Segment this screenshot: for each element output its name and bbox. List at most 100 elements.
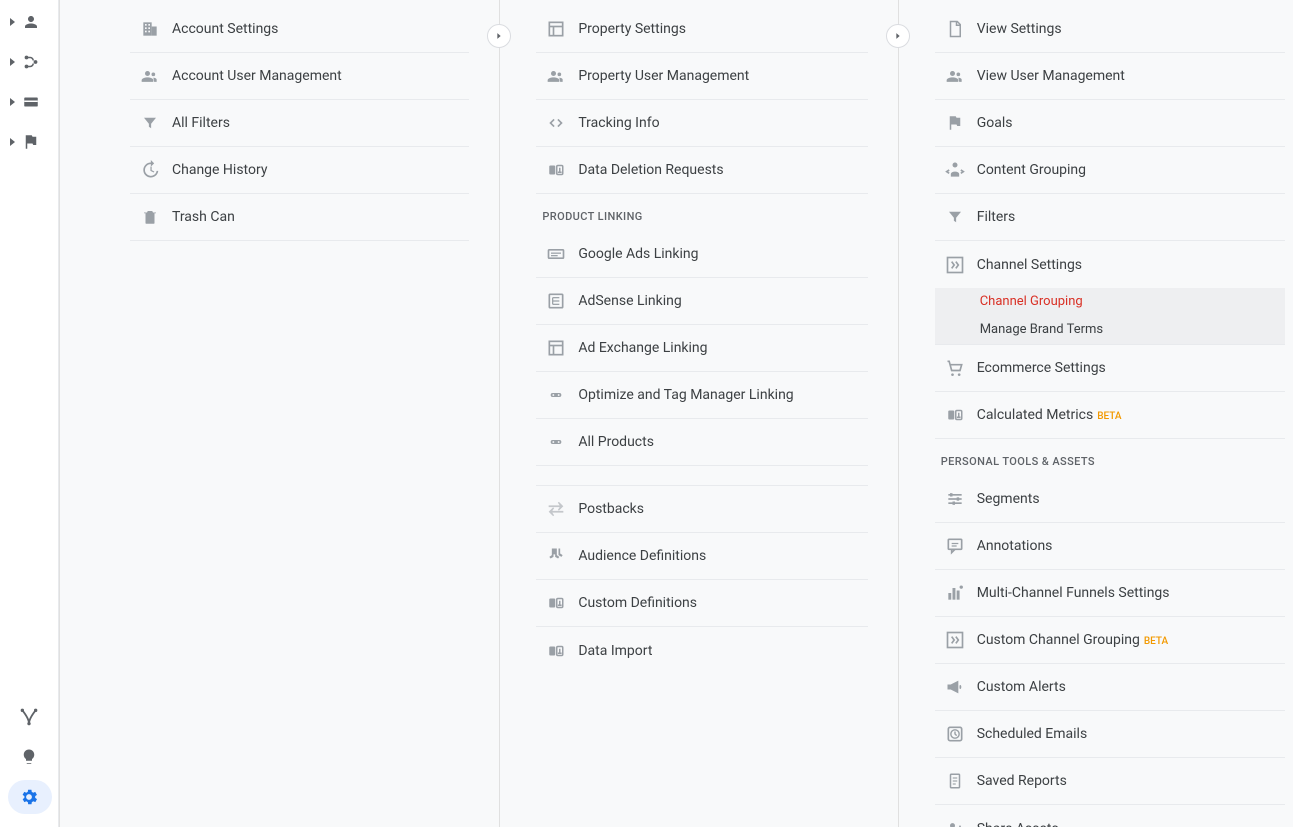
layout-icon [546,19,566,39]
link-icon [546,434,566,450]
bulb-icon [20,748,38,766]
change-history[interactable]: Change History [130,147,469,194]
custom-channel-grouping-label: Custom Channel GroupingBETA [977,632,1168,648]
annotation-icon [945,536,965,556]
channel-settings-sublist: Channel Grouping Manage Brand Terms [935,288,1285,345]
google-ads-linking[interactable]: Google Ads Linking [536,231,867,278]
custom-definitions[interactable]: Custom Definitions [536,580,867,627]
ads-icon [546,244,566,264]
property-settings[interactable]: Property Settings [536,6,867,53]
postbacks-label: Postbacks [578,501,644,517]
account-column: Account Settings Account User Management… [60,0,499,827]
view-user-mgmt[interactable]: View User Management [935,53,1285,100]
calculated-metrics[interactable]: Calculated MetricsBETA [935,392,1285,439]
group-icon [945,66,965,86]
audience-definitions[interactable]: Audience Definitions [536,533,867,580]
adsense-linking-label: AdSense Linking [578,293,681,309]
tracking-info[interactable]: Tracking Info [536,100,867,147]
scheduled-emails[interactable]: Scheduled Emails [935,711,1285,758]
share-icon [945,819,965,827]
personal-tools-header: PERSONAL TOOLS & ASSETS [935,439,1285,476]
group-icon [140,66,160,86]
data-deletion-requests[interactable]: Data Deletion Requests [536,147,867,194]
trash-icon [141,208,159,226]
dd-icon [545,161,567,179]
building-icon [140,19,160,39]
rail-conversions[interactable] [0,82,59,122]
postbacks-icon [545,498,567,520]
trash-can-label: Trash Can [172,209,235,225]
admin-panel: Account Settings Account User Management… [59,0,1293,827]
custom-alerts-label: Custom Alerts [977,679,1066,695]
account-user-mgmt-label: Account User Management [172,68,342,84]
multi-channel-funnels[interactable]: Multi-Channel Funnels Settings [935,570,1285,617]
adsense-linking[interactable]: AdSense Linking [536,278,867,325]
bars-icon [945,583,965,603]
custom-definitions-label: Custom Definitions [578,595,697,611]
view-settings[interactable]: View Settings [935,6,1285,53]
adsense-icon [546,291,566,311]
person-icon [22,13,40,31]
segments[interactable]: Segments [935,476,1285,523]
all-filters[interactable]: All Filters [130,100,469,147]
ad-exchange-linking-label: Ad Exchange Linking [578,340,707,356]
all-products-label: All Products [578,434,654,450]
merge-icon [22,53,40,71]
saved-reports[interactable]: Saved Reports [935,758,1285,805]
attribution-icon [19,707,39,727]
rail-home[interactable] [0,2,59,42]
card-icon [22,93,40,111]
share-assets-label: Share Assets [977,821,1059,827]
property-column: Property Settings Property User Manageme… [500,0,897,827]
custom-alerts[interactable]: Custom Alerts [935,664,1285,711]
rail-discover[interactable] [0,737,59,777]
channel-settings[interactable]: Channel Settings [935,241,1285,288]
ad-exchange-linking[interactable]: Ad Exchange Linking [536,325,867,372]
annotations[interactable]: Annotations [935,523,1285,570]
gear-icon [19,787,39,807]
data-import[interactable]: Data Import [536,627,867,674]
filter-icon [946,208,964,226]
optimize-tag-linking-label: Optimize and Tag Manager Linking [578,387,793,403]
rail-attribution[interactable] [0,697,59,737]
channel-grouping[interactable]: Channel Grouping [935,288,1285,316]
view-column: View Settings View User Management Goals… [899,0,1293,827]
property-settings-label: Property Settings [578,21,686,37]
manage-brand-terms[interactable]: Manage Brand Terms [935,316,1285,344]
saved-reports-label: Saved Reports [977,773,1067,789]
dd-icon [545,594,567,612]
custom-channel-grouping[interactable]: Custom Channel GroupingBETA [935,617,1285,664]
trash-can[interactable]: Trash Can [130,194,469,241]
share-assets[interactable]: Share Assets [935,805,1285,827]
page-icon [946,19,964,39]
data-deletion-label: Data Deletion Requests [578,162,723,178]
annotations-label: Annotations [977,538,1053,554]
rail-admin[interactable] [0,777,59,817]
account-user-mgmt[interactable]: Account User Management [130,53,469,100]
account-settings[interactable]: Account Settings [130,6,469,53]
account-settings-label: Account Settings [172,21,278,37]
megaphone-icon [945,677,965,697]
group-icon [546,66,566,86]
property-user-mgmt-label: Property User Management [578,68,749,84]
flag-icon [946,114,964,132]
filters-label: Filters [977,209,1016,225]
goals[interactable]: Goals [935,100,1285,147]
filters[interactable]: Filters [935,194,1285,241]
data-import-label: Data Import [578,643,652,659]
rail-flag[interactable] [0,122,59,162]
property-user-mgmt[interactable]: Property User Management [536,53,867,100]
rail-behavior[interactable] [0,42,59,82]
postbacks[interactable]: Postbacks [536,486,867,533]
all-products[interactable]: All Products [536,419,867,466]
code-icon [546,113,566,133]
goals-label: Goals [977,115,1013,131]
ecommerce-settings[interactable]: Ecommerce Settings [935,345,1285,392]
channel-icon [945,630,965,650]
channel-icon [945,255,965,275]
optimize-tag-linking[interactable]: Optimize and Tag Manager Linking [536,372,867,419]
content-grouping[interactable]: Content Grouping [935,147,1285,194]
ecommerce-settings-label: Ecommerce Settings [977,360,1106,376]
google-ads-linking-label: Google Ads Linking [578,246,698,262]
doc-icon [946,771,964,791]
